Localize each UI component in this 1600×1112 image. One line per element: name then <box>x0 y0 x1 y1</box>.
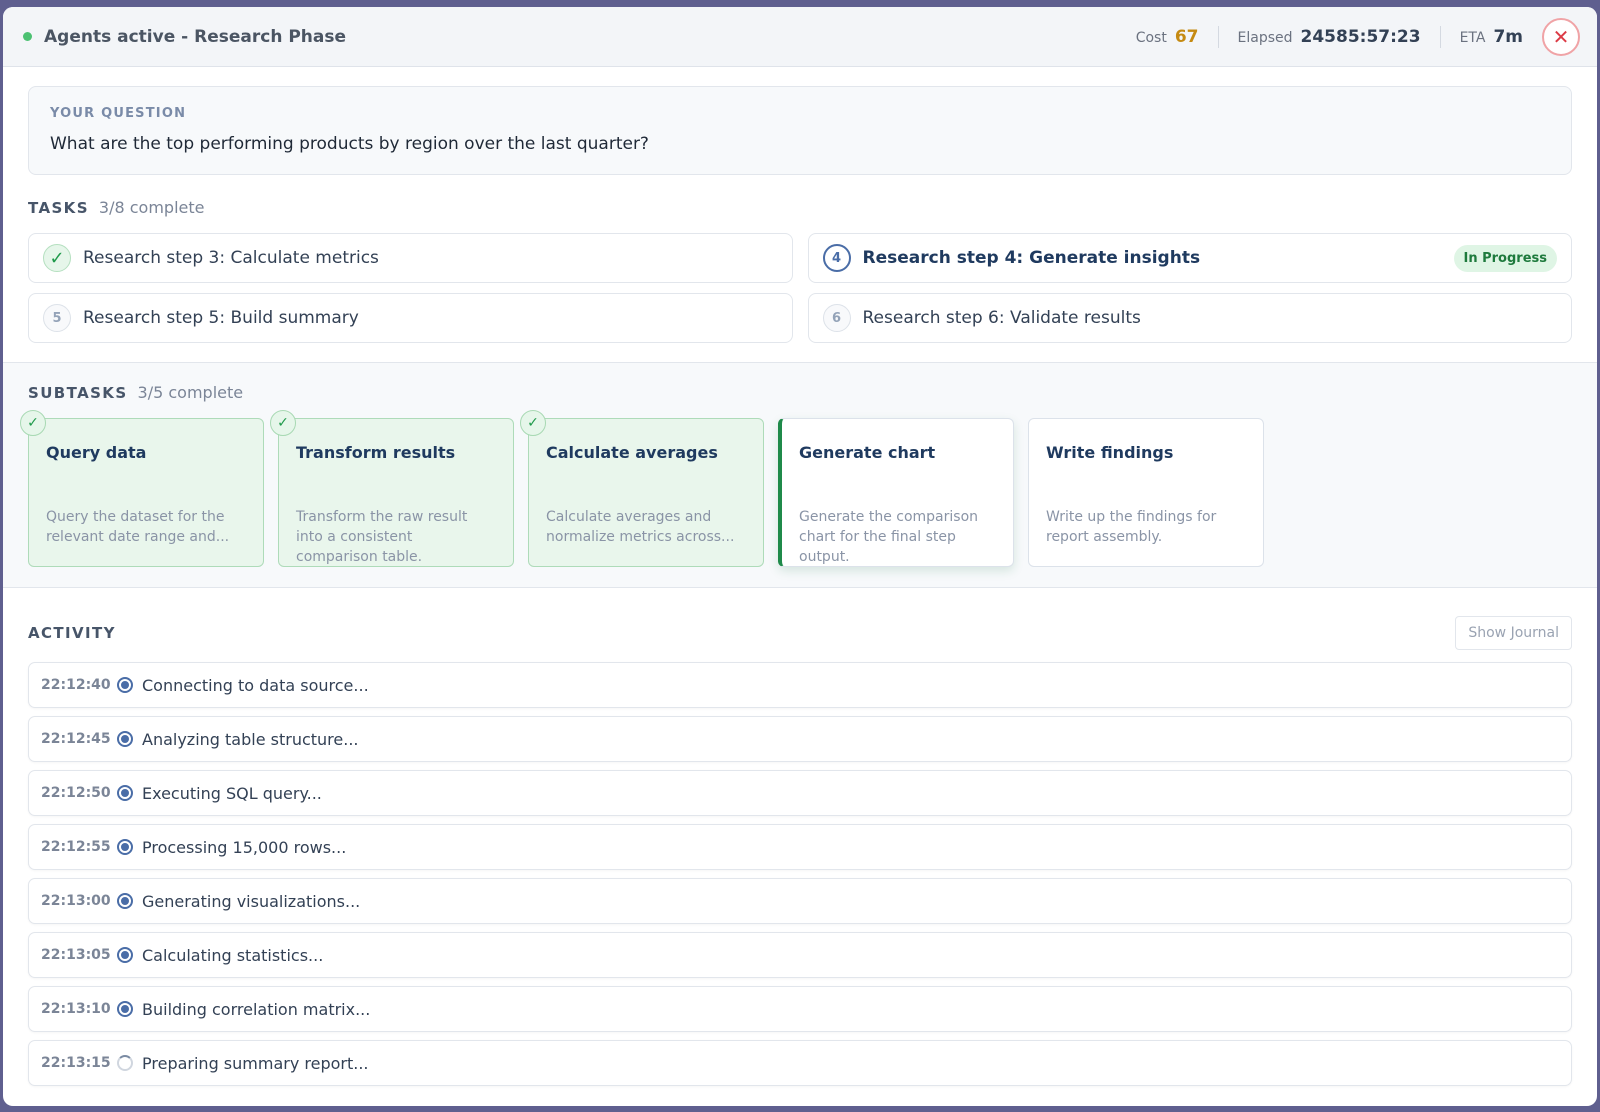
task-label: Research step 5: Build summary <box>83 308 359 328</box>
activity-entry: 22:13:05 Calculating statistics... <box>28 932 1572 978</box>
subtask-title: Calculate averages <box>546 443 718 462</box>
task-item[interactable]: 6 Research step 6: Validate results <box>807 293 1572 343</box>
completed-step-icon <box>117 785 133 801</box>
subtasks-title: SUBTASKS <box>28 384 128 402</box>
activity-title: ACTIVITY <box>28 624 116 642</box>
eta-label: ETA <box>1459 29 1486 46</box>
task-item[interactable]: ✓ Research step 3: Calculate metrics <box>28 233 793 283</box>
activity-entry: 22:13:10 Building correlation matrix... <box>28 986 1572 1032</box>
task-label: Research step 4: Generate insights <box>862 248 1201 268</box>
completed-step-icon <box>117 1001 133 1017</box>
tasks-title: TASKS <box>28 199 89 217</box>
activity-log: 22:12:40 Connecting to data source... 22… <box>28 662 1572 1086</box>
completed-step-icon <box>117 947 133 963</box>
stat-divider <box>1217 25 1219 48</box>
subtask-description: Calculate averages and normalize metrics… <box>546 509 735 545</box>
entry-text: Calculating statistics... <box>142 945 324 965</box>
cost-value: 67 <box>1174 26 1199 47</box>
entry-text: Generating visualizations... <box>142 891 361 911</box>
check-icon: ✓ <box>20 410 46 436</box>
subtask-description: Query the dataset for the relevant date … <box>46 509 230 545</box>
elapsed-value: 24585:57:23 <box>1300 26 1421 47</box>
status-indicator <box>23 32 32 41</box>
subtask-card[interactable]: ✓ Query data Query the dataset for the r… <box>20 410 264 567</box>
subtask-card-active[interactable]: Generate chart Generate the comparison c… <box>778 418 1014 567</box>
status-badge: In Progress <box>1453 244 1557 272</box>
subtask-card[interactable]: ✓ Transform results Transform the raw re… <box>270 410 514 567</box>
completed-step-icon <box>117 677 133 693</box>
subtask-description: Write up the findings for report assembl… <box>1046 509 1217 545</box>
check-icon: ✓ <box>520 410 546 436</box>
panel-header: Agents active - Research Phase Cost 67 E… <box>3 7 1597 67</box>
elapsed-label: Elapsed <box>1237 29 1293 46</box>
check-icon: ✓ <box>43 244 71 272</box>
activity-entry: 22:13:00 Generating visualizations... <box>28 878 1572 924</box>
entry-time: 22:12:55 <box>41 839 111 855</box>
completed-step-icon <box>117 731 133 747</box>
task-item[interactable]: 5 Research step 5: Build summary <box>28 293 793 343</box>
subtask-description: Generate the comparison chart for the fi… <box>799 509 979 565</box>
entry-text: Building correlation matrix... <box>142 999 371 1019</box>
task-label: Research step 3: Calculate metrics <box>83 248 379 268</box>
task-item-active[interactable]: 4 Research step 4: Generate insights In … <box>807 233 1572 283</box>
completed-step-icon <box>117 839 133 855</box>
subtasks-section: SUBTASKS 3/5 complete ✓ Query data Query… <box>3 362 1597 588</box>
question-text: What are the top performing products by … <box>50 134 649 154</box>
entry-time: 22:13:05 <box>41 947 111 963</box>
entry-text: Analyzing table structure... <box>142 729 359 749</box>
show-journal-button[interactable]: Show Journal <box>1455 616 1572 650</box>
activity-entry: 22:12:45 Analyzing table structure... <box>28 716 1572 762</box>
loading-spinner-icon <box>117 1055 133 1071</box>
cost-label: Cost <box>1135 29 1167 46</box>
activity-section: ACTIVITY Show Journal 22:12:40 Connectin… <box>3 588 1597 1086</box>
subtask-title: Generate chart <box>799 443 936 462</box>
step-number-badge: 5 <box>43 304 71 332</box>
step-number-badge: 6 <box>822 304 851 332</box>
activity-entry: 22:12:40 Connecting to data source... <box>28 662 1572 708</box>
subtask-title: Write findings <box>1046 443 1174 462</box>
entry-time: 22:13:10 <box>41 1001 111 1017</box>
question-label: YOUR QUESTION <box>50 106 187 121</box>
cost-stat: Cost 67 <box>1136 27 1199 47</box>
agent-progress-panel: Agents active - Research Phase Cost 67 E… <box>3 7 1597 1106</box>
status-title: Agents active - Research Phase <box>44 26 347 47</box>
subtasks-count: 3/5 complete <box>137 383 244 402</box>
entry-time: 22:12:50 <box>41 785 111 801</box>
entry-text: Executing SQL query... <box>142 783 322 803</box>
stat-divider <box>1439 25 1441 48</box>
entry-time: 22:13:15 <box>41 1055 111 1071</box>
activity-entry: 22:12:55 Processing 15,000 rows... <box>28 824 1572 870</box>
activity-entry: 22:13:15 Preparing summary report... <box>28 1040 1572 1086</box>
close-button[interactable]: ✕ <box>1542 17 1580 56</box>
step-number-badge: 4 <box>822 244 851 272</box>
entry-time: 22:13:00 <box>41 893 111 909</box>
eta-value: 7m <box>1493 26 1523 47</box>
entry-time: 22:12:40 <box>41 677 111 693</box>
subtask-card[interactable]: ✓ Calculate averages Calculate averages … <box>520 410 764 567</box>
entry-text: Processing 15,000 rows... <box>142 837 347 857</box>
entry-text: Connecting to data source... <box>142 675 369 695</box>
subtask-description: Transform the raw result into a consiste… <box>296 509 468 565</box>
question-card: YOUR QUESTION What are the top performin… <box>28 86 1572 175</box>
activity-entry: 22:12:50 Executing SQL query... <box>28 770 1572 816</box>
eta-stat: ETA 7m <box>1460 27 1523 47</box>
subtask-title: Transform results <box>296 443 456 462</box>
entry-text: Preparing summary report... <box>142 1053 369 1073</box>
subtask-card[interactable]: Write findings Write up the findings for… <box>1028 418 1264 567</box>
task-label: Research step 6: Validate results <box>862 308 1141 328</box>
check-icon: ✓ <box>270 410 296 436</box>
tasks-count: 3/8 complete <box>98 198 205 217</box>
elapsed-stat: Elapsed 24585:57:23 <box>1238 27 1421 47</box>
tasks-section: TASKS 3/8 complete ✓ Research step 3: Ca… <box>3 175 1597 343</box>
entry-time: 22:12:45 <box>41 731 111 747</box>
completed-step-icon <box>117 893 133 909</box>
subtask-title: Query data <box>46 443 147 462</box>
close-icon: ✕ <box>1552 24 1570 49</box>
